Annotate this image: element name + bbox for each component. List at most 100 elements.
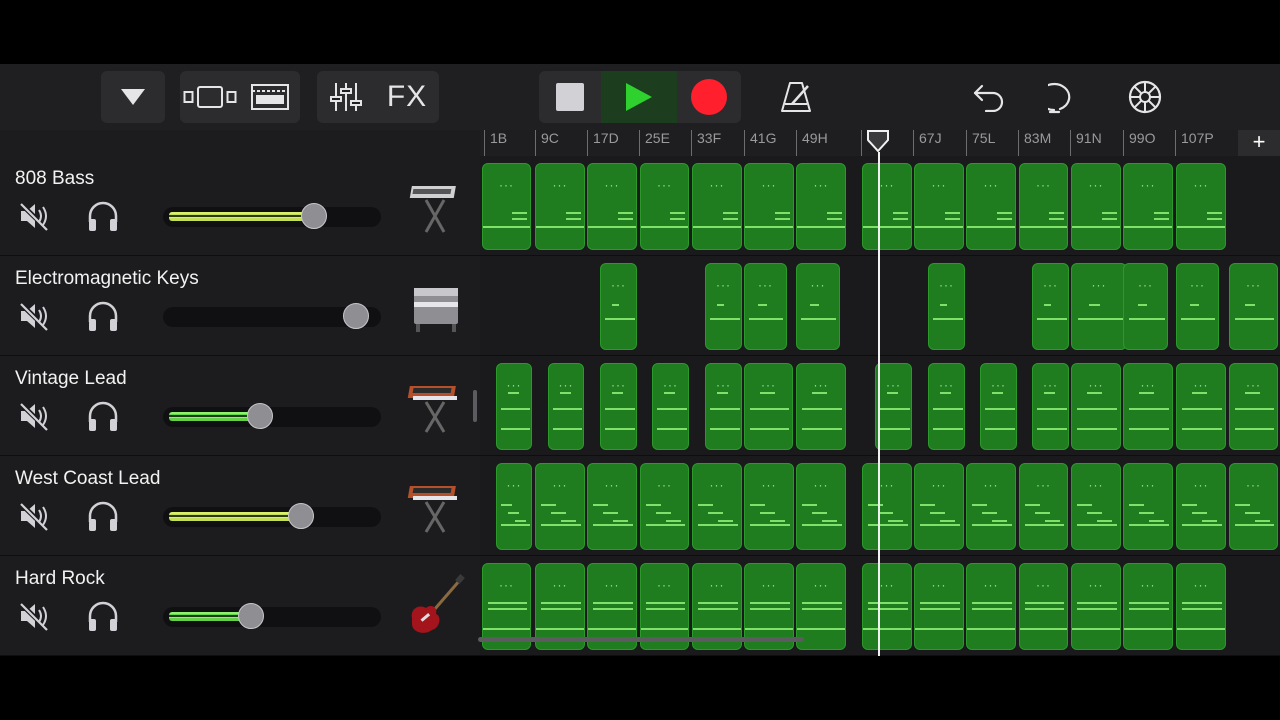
volume-slider[interactable]: [163, 203, 381, 229]
stop-button[interactable]: [539, 71, 601, 123]
mute-speaker-icon[interactable]: [18, 200, 50, 232]
volume-slider[interactable]: [163, 603, 381, 629]
midi-region[interactable]: ···: [640, 163, 689, 250]
mute-speaker-icon[interactable]: [18, 600, 50, 632]
midi-region[interactable]: ···: [1176, 263, 1219, 350]
midi-region[interactable]: ···: [1123, 163, 1173, 250]
midi-region[interactable]: ···: [796, 563, 846, 650]
track-header[interactable]: Hard Rock: [0, 556, 480, 656]
track-header[interactable]: Vintage Lead: [0, 356, 480, 456]
headphones-icon[interactable]: [86, 500, 120, 532]
midi-region[interactable]: ···: [705, 363, 742, 450]
headphones-icon[interactable]: [86, 300, 120, 332]
volume-knob[interactable]: [343, 303, 369, 329]
midi-region[interactable]: ···: [1019, 463, 1068, 550]
midi-region[interactable]: ···: [1032, 363, 1069, 450]
midi-region[interactable]: ···: [744, 263, 787, 350]
midi-region[interactable]: ···: [966, 463, 1016, 550]
track-header[interactable]: West Coast Lead: [0, 456, 480, 556]
midi-region[interactable]: ···: [1176, 163, 1226, 250]
midi-region[interactable]: ···: [862, 463, 912, 550]
midi-region[interactable]: ···: [600, 263, 637, 350]
midi-region[interactable]: ···: [796, 463, 846, 550]
midi-region[interactable]: ···: [796, 263, 840, 350]
midi-region[interactable]: ···: [1019, 163, 1068, 250]
midi-region[interactable]: ···: [587, 463, 637, 550]
midi-region[interactable]: ···: [1071, 363, 1121, 450]
track-lane[interactable]: ··· ··· ··· ··· ··· ··· ··· ··· ··· ··· ··· ··· ··· ·…: [480, 456, 1280, 556]
midi-region[interactable]: ···: [1176, 463, 1226, 550]
midi-region[interactable]: ···: [875, 363, 912, 450]
volume-slider[interactable]: [163, 503, 381, 529]
midi-region[interactable]: ···: [600, 363, 637, 450]
midi-region[interactable]: ···: [914, 163, 964, 250]
volume-knob[interactable]: [301, 203, 327, 229]
undo-button[interactable]: [966, 71, 1012, 123]
midi-region[interactable]: ···: [914, 563, 964, 650]
browser-dropdown-button[interactable]: [101, 71, 165, 123]
midi-region[interactable]: ···: [1071, 563, 1121, 650]
midi-region[interactable]: ···: [966, 163, 1016, 250]
loop-browser-button[interactable]: [1044, 71, 1090, 123]
midi-region[interactable]: ···: [482, 163, 531, 250]
midi-region[interactable]: ···: [640, 463, 689, 550]
mute-speaker-icon[interactable]: [18, 400, 50, 432]
midi-region[interactable]: ···: [548, 363, 584, 450]
midi-region[interactable]: ···: [744, 163, 794, 250]
mute-speaker-icon[interactable]: [18, 300, 50, 332]
midi-region[interactable]: ···: [744, 463, 794, 550]
headphones-icon[interactable]: [86, 600, 120, 632]
midi-region[interactable]: ···: [1229, 263, 1278, 350]
midi-region[interactable]: ···: [928, 263, 965, 350]
midi-region[interactable]: ···: [692, 463, 742, 550]
midi-region[interactable]: ···: [928, 363, 965, 450]
metronome-button[interactable]: [772, 71, 820, 123]
volume-slider[interactable]: [163, 303, 381, 329]
fx-button[interactable]: FX: [375, 71, 439, 123]
midi-region[interactable]: ···: [914, 463, 964, 550]
settings-button[interactable]: [1122, 71, 1168, 123]
playhead-handle[interactable]: [866, 130, 890, 152]
midi-region[interactable]: ···: [1032, 263, 1069, 350]
midi-region[interactable]: ···: [862, 563, 912, 650]
volume-knob[interactable]: [288, 503, 314, 529]
midi-region[interactable]: ···: [496, 363, 532, 450]
midi-region[interactable]: ···: [1229, 363, 1278, 450]
track-controls-button[interactable]: [317, 71, 375, 123]
midi-region[interactable]: ···: [744, 363, 793, 450]
midi-region[interactable]: ···: [1071, 463, 1121, 550]
midi-region[interactable]: ···: [496, 463, 532, 550]
midi-region[interactable]: ···: [1071, 263, 1127, 350]
midi-region[interactable]: ···: [796, 363, 846, 450]
instrument-view-button[interactable]: [180, 71, 240, 123]
track-lane[interactable]: ··· ··· ··· ··· ··· ··· ··· ··· ··· ··· ··· ··· ··· ·…: [480, 356, 1280, 456]
midi-region[interactable]: ···: [1123, 363, 1173, 450]
add-section-button[interactable]: +: [1238, 130, 1280, 156]
midi-region[interactable]: ···: [535, 163, 585, 250]
track-header[interactable]: 808 Bass: [0, 156, 480, 256]
track-lane[interactable]: ··· ··· ··· ··· ··· ··· ··· ··· ··· ··· ··· ··· ··· ·…: [480, 156, 1280, 256]
midi-region[interactable]: ···: [796, 163, 846, 250]
track-header[interactable]: Electromagnetic Keys: [0, 256, 480, 356]
midi-region[interactable]: ···: [705, 263, 742, 350]
midi-region[interactable]: ···: [980, 363, 1017, 450]
mute-speaker-icon[interactable]: [18, 500, 50, 532]
volume-knob[interactable]: [247, 403, 273, 429]
headphones-icon[interactable]: [86, 400, 120, 432]
midi-region[interactable]: ···: [1176, 563, 1226, 650]
midi-region[interactable]: ···: [1229, 463, 1278, 550]
vertical-scrollbar[interactable]: [473, 390, 477, 422]
midi-region[interactable]: ···: [652, 363, 689, 450]
midi-region[interactable]: ···: [587, 163, 637, 250]
midi-region[interactable]: ···: [1123, 263, 1168, 350]
play-button[interactable]: [601, 71, 677, 123]
midi-region[interactable]: ···: [1123, 563, 1173, 650]
midi-region[interactable]: ···: [535, 463, 585, 550]
midi-region[interactable]: ···: [1071, 163, 1121, 250]
midi-region[interactable]: ···: [1123, 463, 1173, 550]
midi-region[interactable]: ···: [862, 163, 912, 250]
horizontal-scrollbar[interactable]: [478, 637, 804, 642]
playhead[interactable]: [878, 152, 880, 656]
tracks-view-button[interactable]: [240, 71, 300, 123]
track-lane[interactable]: ··· ··· ··· ··· ··· ··· ··· ··· ··· ···: [480, 256, 1280, 356]
